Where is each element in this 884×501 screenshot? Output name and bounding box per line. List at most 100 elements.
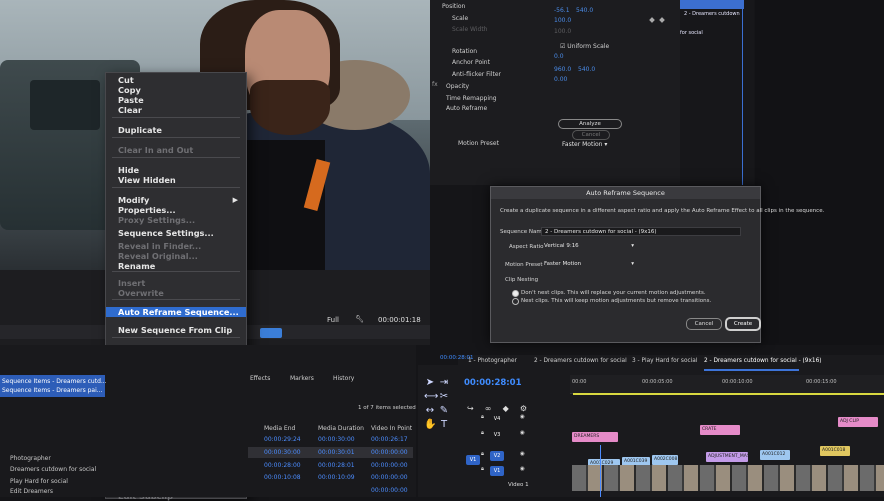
clip-a002c008[interactable]: A002C008: [652, 455, 678, 465]
clip-adjustment-mask[interactable]: ADJUSTMENT_MASK: [706, 452, 748, 462]
project-item[interactable]: Sequence Items - Dreamers pai...: [2, 387, 107, 394]
analyze-cancel-button[interactable]: Cancel: [572, 130, 610, 140]
uniform-scale-checkbox[interactable]: ☑ Uniform Scale: [560, 42, 609, 52]
eye-icon[interactable]: ◉: [520, 466, 525, 472]
table-row[interactable]: 00:00:28:00 00:00:28:01 00:00:00:00: [248, 460, 413, 471]
hand-tool-icon[interactable]: ✋: [424, 419, 436, 431]
motion-preset-label: Motion Preset: [458, 140, 499, 147]
source-patch-v1[interactable]: V1: [466, 455, 480, 465]
clip-a001c018[interactable]: A001C018: [820, 446, 850, 456]
lock-icon[interactable]: 🔒︎: [481, 466, 484, 473]
anchor-point-x-value[interactable]: 960.0: [554, 65, 571, 75]
clip-a001c012[interactable]: A001C012: [760, 450, 790, 460]
work-area-bar[interactable]: [573, 393, 884, 395]
time-ruler[interactable]: 00:00 00:00:05:00 00:00:10:00 00:00:15:0…: [570, 375, 884, 394]
motion-preset-dropdown[interactable]: Faster Motion ▾: [562, 140, 607, 150]
track-target-v1[interactable]: V1: [490, 466, 504, 476]
lock-icon[interactable]: 🔒︎: [481, 430, 484, 437]
table-row[interactable]: 00:00:30:00 00:00:30:01 00:00:00:00: [248, 447, 413, 458]
anti-flicker-value[interactable]: 0.00: [554, 75, 567, 85]
lock-icon[interactable]: 🔒︎: [481, 414, 484, 421]
type-tool-icon[interactable]: T: [438, 419, 450, 431]
rotation-value[interactable]: 0.0: [554, 52, 564, 62]
settings-icon[interactable]: ⚙: [520, 404, 527, 413]
menu-item-properties[interactable]: Properties...: [106, 205, 246, 215]
timeline-timecode[interactable]: 00:00:28:01: [464, 378, 522, 388]
track-target-v2[interactable]: V2: [490, 451, 504, 461]
table-row[interactable]: 00:00:00:00: [248, 485, 413, 496]
link-icon[interactable]: ∞: [485, 404, 492, 413]
position-x-value[interactable]: -56.1: [554, 6, 570, 16]
razor-tool-icon[interactable]: ✂: [438, 391, 450, 403]
clip-adj[interactable]: ADJ CLIP: [838, 417, 878, 427]
track-select-icon[interactable]: ⇥: [438, 377, 450, 389]
project-item[interactable]: Play Hard for social: [10, 478, 115, 485]
project-item[interactable]: Dreamers cutdown for social: [10, 466, 115, 473]
dialog-cancel-button[interactable]: Cancel: [686, 318, 722, 330]
track-target-v4[interactable]: V4: [490, 414, 504, 424]
dialog-create-button[interactable]: Create: [725, 317, 761, 331]
col-media-duration[interactable]: Media Duration: [318, 425, 364, 432]
tab-markers[interactable]: Markers: [290, 375, 314, 382]
snap-icon[interactable]: ↪: [467, 404, 474, 413]
menu-item-sequence-settings[interactable]: Sequence Settings...: [106, 228, 246, 238]
eye-icon[interactable]: ◉: [520, 414, 525, 420]
lock-icon[interactable]: 🔒︎: [481, 451, 484, 458]
col-media-end[interactable]: Media End: [264, 425, 295, 432]
table-row[interactable]: 00:00:10:08 00:00:10:09 00:00:00:00: [248, 472, 413, 483]
aspect-ratio-select[interactable]: Vertical 9:16 ▾: [544, 242, 634, 251]
uniform-scale-label: Uniform Scale: [567, 43, 610, 50]
menu-item-cut[interactable]: Cut: [106, 75, 246, 85]
wrench-icon[interactable]: 🔧︎: [355, 315, 364, 323]
marker-icon[interactable]: ◆: [503, 404, 509, 413]
eye-icon[interactable]: ◉: [520, 451, 525, 457]
tab-sequence-active[interactable]: 2 - Dreamers cutdown for social - (9x16): [704, 358, 822, 364]
track-target-v3[interactable]: V3: [490, 430, 504, 440]
tab-effects[interactable]: Effects: [250, 375, 270, 382]
menu-item-paste[interactable]: Paste: [106, 95, 246, 105]
project-item[interactable]: Photographer: [10, 455, 115, 462]
menu-item-copy[interactable]: Copy: [106, 85, 246, 95]
keyframe-icon[interactable]: [659, 17, 665, 23]
menu-item-auto-reframe-sequence[interactable]: Auto Reframe Sequence...: [106, 307, 246, 317]
monitor-playhead[interactable]: [260, 328, 282, 338]
nest-radio[interactable]: [512, 298, 519, 305]
menu-item-view-hidden[interactable]: View Hidden: [106, 175, 246, 185]
menu-item-clear[interactable]: Clear: [106, 105, 246, 115]
dont-nest-radio[interactable]: [512, 290, 519, 297]
tab-sequence-1[interactable]: 1 - Photographer: [468, 358, 517, 364]
menu-item-duplicate[interactable]: Duplicate: [106, 125, 246, 135]
project-item[interactable]: Sequence Items - Dreamers cutd...: [2, 378, 107, 385]
sequence-name-input[interactable]: 2 - Dreamers cutdown for social - (9x16): [541, 227, 741, 236]
analyze-button[interactable]: Analyze: [558, 119, 622, 129]
menu-item-modify[interactable]: Modify ▶: [106, 195, 246, 205]
col-video-in-point[interactable]: Video In Point: [371, 425, 412, 432]
project-item[interactable]: Edit Dreamers: [10, 488, 115, 495]
anchor-point-y-value[interactable]: 540.0: [578, 65, 595, 75]
zoom-level-select[interactable]: Full: [327, 316, 339, 324]
opacity-label[interactable]: Opacity: [446, 82, 469, 92]
motion-preset-select[interactable]: Faster Motion ▾: [544, 260, 634, 269]
table-row[interactable]: 00:00:29:24 00:00:30:00 00:00:26:17: [248, 434, 413, 445]
ripple-edit-icon[interactable]: ⟷: [424, 391, 438, 403]
eye-icon[interactable]: ◉: [520, 430, 525, 436]
menu-item-hide[interactable]: Hide: [106, 165, 246, 175]
keyframe-icon[interactable]: [649, 17, 655, 23]
pen-tool-icon[interactable]: ✎: [438, 405, 450, 417]
clip-dreamers[interactable]: DREAMERS: [572, 432, 618, 442]
tab-history[interactable]: History: [333, 375, 354, 382]
clip-crate[interactable]: CRATE: [700, 425, 740, 435]
time-remapping-label[interactable]: Time Remapping: [446, 94, 497, 104]
slip-tool-icon[interactable]: ↔: [424, 405, 436, 417]
timeline-playhead[interactable]: [600, 445, 601, 497]
tab-sequence-3[interactable]: 3 - Play Hard for social: [632, 358, 697, 364]
scale-value[interactable]: 100.0: [554, 16, 571, 26]
menu-item-new-sequence-from-clip[interactable]: New Sequence From Clip: [106, 325, 246, 335]
position-y-value[interactable]: 540.0: [576, 6, 593, 16]
ruler-label: 00:00:15:00: [806, 379, 837, 385]
selection-tool-icon[interactable]: ➤: [424, 377, 436, 389]
tab-sequence-2[interactable]: 2 - Dreamers cutdown for social: [534, 358, 627, 364]
menu-item-rename[interactable]: Rename: [106, 261, 246, 271]
effect-clip-bar[interactable]: 2 - Dreamers cutdown for social: [680, 0, 744, 36]
auto-reframe-label[interactable]: Auto Reframe: [446, 104, 487, 114]
